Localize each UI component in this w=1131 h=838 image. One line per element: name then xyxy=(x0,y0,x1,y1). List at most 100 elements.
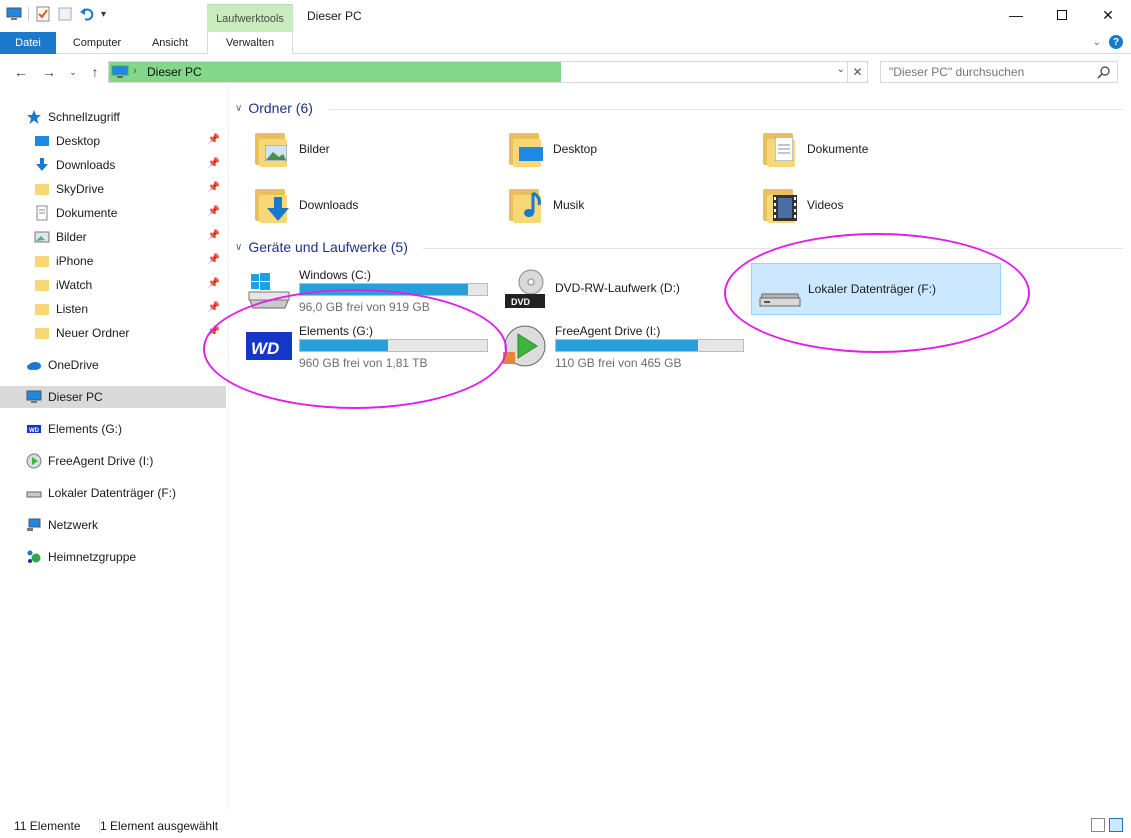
svg-text:WD: WD xyxy=(29,428,40,434)
breadcrumb-chevron-icon[interactable]: › xyxy=(133,65,137,77)
back-button[interactable]: ← xyxy=(10,62,32,82)
nav-item-listen[interactable]: Listen 📌 xyxy=(34,298,226,320)
nav-this-pc[interactable]: Dieser PC xyxy=(0,386,226,408)
group-title: Ordner (6) xyxy=(248,100,313,116)
expand-ribbon-icon[interactable]: ⌄ xyxy=(1093,37,1101,48)
computer-icon[interactable] xyxy=(6,6,22,22)
pin-icon[interactable]: 📌 xyxy=(208,206,220,217)
nav-item-desktop[interactable]: Desktop 📌 xyxy=(34,130,226,152)
nav-elements-drive[interactable]: WD Elements (G:) xyxy=(26,418,226,440)
properties-icon[interactable] xyxy=(35,6,51,22)
nav-label: Downloads xyxy=(56,158,116,172)
nav-network[interactable]: Netzwerk xyxy=(26,514,226,536)
drive-usage-bar xyxy=(555,339,744,352)
customize-toolbar-icon[interactable]: ▾ xyxy=(101,9,106,20)
search-icon[interactable] xyxy=(1097,65,1111,82)
ribbon-tabs: Datei Computer Ansicht Verwalten ⌄ ? xyxy=(0,32,1131,54)
folder-tile-pictures[interactable]: Bilder xyxy=(253,124,493,174)
maximize-button[interactable] xyxy=(1039,0,1085,30)
pin-icon[interactable]: 📌 xyxy=(208,302,220,313)
pin-icon[interactable]: 📌 xyxy=(208,278,220,289)
wd-drive-icon: WD xyxy=(26,421,42,437)
drive-name: Elements (G:) xyxy=(299,324,374,338)
windows-drive-icon xyxy=(245,268,293,312)
nav-label: Bilder xyxy=(56,230,87,244)
details-view-button[interactable] xyxy=(1091,818,1105,832)
drive-tile-windows[interactable]: Windows (C:) 96,0 GB frei von 919 GB xyxy=(245,264,495,316)
drive-usage-fill xyxy=(556,340,699,351)
quick-access-toolbar: ▾ xyxy=(6,6,106,22)
large-icons-view-button[interactable] xyxy=(1109,818,1123,832)
drive-tile-freeagent[interactable]: FreeAgent Drive (I:) 110 GB frei von 465… xyxy=(501,320,751,372)
folder-icon xyxy=(34,301,50,317)
up-arrow-icon: ↑ xyxy=(91,64,99,80)
nav-onedrive[interactable]: OneDrive xyxy=(26,354,226,376)
nav-item-iphone[interactable]: iPhone 📌 xyxy=(34,250,226,272)
tab-view[interactable]: Ansicht xyxy=(136,32,204,54)
pin-icon[interactable]: 📌 xyxy=(208,230,220,241)
undo-icon[interactable] xyxy=(79,6,95,22)
tab-file[interactable]: Datei xyxy=(0,32,56,54)
this-pc-icon xyxy=(26,389,42,405)
folder-tile-documents[interactable]: Dokumente xyxy=(761,124,1001,174)
nav-label: OneDrive xyxy=(48,358,99,372)
drive-name: Lokaler Datenträger (F:) xyxy=(808,282,937,296)
clear-address-icon[interactable]: ✕ xyxy=(847,62,867,82)
status-item-count: 11 Elemente xyxy=(14,819,81,833)
drive-tile-elements[interactable]: WD Elements (G:) 960 GB frei von 1,81 TB xyxy=(245,320,495,372)
address-dropdown-icon[interactable]: ⌄ xyxy=(837,64,845,75)
group-header-drives[interactable]: ∨ Geräte und Laufwerke (5) xyxy=(235,239,408,255)
folder-tile-desktop[interactable]: Desktop xyxy=(507,124,747,174)
help-icon[interactable]: ? xyxy=(1109,35,1123,49)
breadcrumb-this-pc[interactable]: Dieser PC xyxy=(147,65,202,79)
nav-item-pictures[interactable]: Bilder 📌 xyxy=(34,226,226,248)
folder-tile-videos[interactable]: Videos xyxy=(761,180,1001,230)
nav-local-disk[interactable]: Lokaler Datenträger (F:) xyxy=(26,482,226,504)
forward-button[interactable]: → xyxy=(38,62,60,82)
minimize-button[interactable]: — xyxy=(993,0,1039,30)
folder-tile-music[interactable]: Musik xyxy=(507,180,747,230)
chevron-down-icon: ⌄ xyxy=(69,66,77,77)
group-header-folders[interactable]: ∨ Ordner (6) xyxy=(235,100,313,116)
pin-icon[interactable]: 📌 xyxy=(208,182,220,193)
drive-name: DVD-RW-Laufwerk (D:) xyxy=(555,281,680,295)
drive-free-space: 960 GB frei von 1,81 TB xyxy=(299,356,428,370)
nav-label: Dokumente xyxy=(56,206,118,220)
drive-tile-local-disk[interactable]: Lokaler Datenträger (F:) xyxy=(751,263,1001,315)
back-arrow-icon: ← xyxy=(14,64,28,80)
pin-icon[interactable]: 📌 xyxy=(208,158,220,169)
up-button[interactable]: ↑ xyxy=(84,62,106,82)
nav-item-downloads[interactable]: Downloads 📌 xyxy=(34,154,226,176)
nav-label: Heimnetzgruppe xyxy=(48,550,137,564)
folder-icon xyxy=(34,325,50,341)
search-input[interactable] xyxy=(889,63,1089,81)
nav-item-new-folder[interactable]: Neuer Ordner 📌 xyxy=(34,322,226,344)
close-button[interactable]: ✕ xyxy=(1085,0,1131,30)
pin-icon[interactable]: 📌 xyxy=(208,134,220,145)
nav-item-skydrive[interactable]: SkyDrive 📌 xyxy=(34,178,226,200)
pin-icon[interactable]: 📌 xyxy=(208,254,220,265)
nav-label: Desktop xyxy=(56,134,101,148)
nav-quick-access[interactable]: Schnellzugriff xyxy=(26,106,226,128)
network-icon xyxy=(26,517,42,533)
nav-label: iWatch xyxy=(56,278,93,292)
pin-icon[interactable]: 📌 xyxy=(208,326,220,337)
forward-arrow-icon: → xyxy=(42,64,56,80)
maximize-icon xyxy=(1057,10,1067,20)
nav-item-documents[interactable]: Dokumente 📌 xyxy=(34,202,226,224)
nav-label: Netzwerk xyxy=(48,518,99,532)
recent-locations-button[interactable]: ⌄ xyxy=(62,62,84,82)
nav-freeagent-drive[interactable]: FreeAgent Drive (I:) xyxy=(26,450,226,472)
new-folder-icon[interactable] xyxy=(57,6,73,22)
nav-label: Dieser PC xyxy=(48,390,103,404)
folder-tile-downloads[interactable]: Downloads xyxy=(253,180,493,230)
cloud-icon xyxy=(26,357,42,373)
folder-name: Videos xyxy=(807,198,844,212)
tab-computer[interactable]: Computer xyxy=(60,32,134,54)
tab-manage[interactable]: Verwalten xyxy=(207,32,293,54)
search-box[interactable] xyxy=(880,61,1118,83)
drive-tile-dvd[interactable]: DVD DVD-RW-Laufwerk (D:) xyxy=(501,264,751,316)
nav-item-iwatch[interactable]: iWatch 📌 xyxy=(34,274,226,296)
address-bar[interactable]: › Dieser PC ⌄ ✕ xyxy=(108,61,868,83)
nav-homegroup[interactable]: Heimnetzgruppe xyxy=(26,546,226,568)
